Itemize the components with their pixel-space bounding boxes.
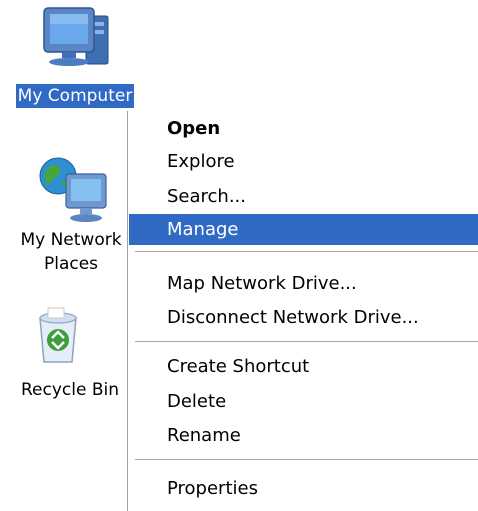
menu-item-disconnect-network-drive[interactable]: Disconnect Network Drive... — [129, 302, 478, 333]
my-network-places-label-line1: My Network — [20, 230, 122, 250]
menu-item-delete[interactable]: Delete — [129, 386, 478, 417]
my-network-places-label-line2: Places — [43, 254, 99, 274]
recycle-bin-label: Recycle Bin — [20, 380, 119, 400]
menu-item-rename[interactable]: Rename — [129, 420, 478, 451]
desktop-icon-my-computer[interactable]: My Computer — [0, 2, 150, 110]
my-computer-icon — [0, 2, 150, 86]
menu-separator — [135, 341, 478, 342]
menu-separator — [135, 251, 478, 252]
menu-item-create-shortcut[interactable]: Create Shortcut — [129, 351, 478, 382]
menu-item-open[interactable]: Open — [129, 113, 478, 144]
menu-item-manage[interactable]: Manage — [129, 214, 478, 245]
my-network-places-label: My Network Places — [18, 228, 123, 276]
menu-item-map-network-drive[interactable]: Map Network Drive... — [129, 268, 478, 299]
menu-item-search[interactable]: Search... — [129, 181, 478, 212]
my-computer-label: My Computer — [15, 84, 135, 108]
menu-item-explore[interactable]: Explore — [129, 146, 478, 177]
menu-item-properties[interactable]: Properties — [129, 473, 478, 504]
context-menu: Open Explore Search... Manage Map Networ… — [127, 111, 478, 511]
menu-separator — [135, 459, 478, 460]
